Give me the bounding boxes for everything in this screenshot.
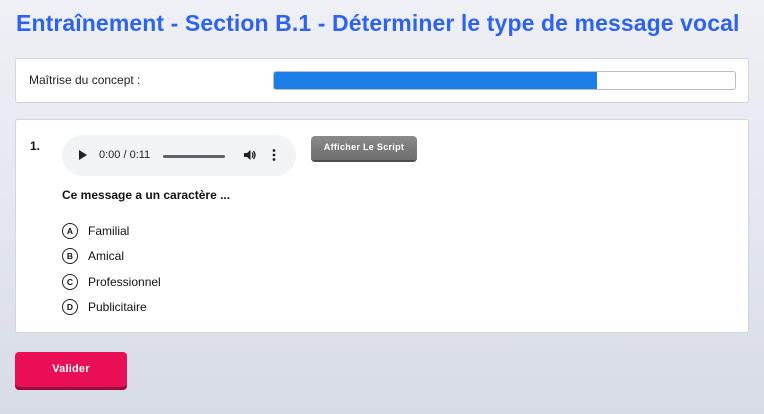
option-label: Familial — [88, 223, 130, 238]
option-label: Publicitaire — [88, 300, 147, 315]
question-prompt: Ce message a un caractère ... — [62, 188, 231, 202]
question-card: 1. 0:00 / 0:11 Afficher Le Script Ce mes… — [15, 119, 749, 333]
audio-time: 0:00 / 0:11 — [99, 149, 151, 161]
option-label: Professionnel — [88, 274, 161, 289]
page-title: Entraînement - Section B.1 - Déterminer … — [16, 10, 740, 36]
play-icon[interactable] — [79, 150, 87, 160]
validate-button[interactable]: Valider — [15, 352, 127, 387]
audio-seek-bar[interactable] — [163, 155, 225, 158]
mastery-progress-fill — [274, 72, 597, 89]
option-letter-badge: B — [62, 248, 78, 265]
audio-player[interactable]: 0:00 / 0:11 — [62, 135, 296, 176]
option-a[interactable]: A Familial — [62, 218, 161, 244]
mastery-progress-bar — [273, 71, 736, 90]
option-letter-badge: D — [62, 299, 78, 316]
more-vert-icon[interactable] — [271, 148, 277, 162]
question-number: 1. — [30, 139, 41, 153]
answer-options: A Familial B Amical C Professionnel D Pu… — [62, 218, 161, 320]
option-d[interactable]: D Publicitaire — [62, 295, 161, 321]
mastery-panel: Maîtrise du concept : — [15, 58, 749, 103]
option-c[interactable]: C Professionnel — [62, 269, 161, 295]
option-b[interactable]: B Amical — [62, 244, 161, 270]
mastery-label: Maîtrise du concept : — [29, 73, 141, 87]
volume-icon[interactable] — [243, 148, 257, 162]
show-script-button[interactable]: Afficher Le Script — [311, 136, 417, 160]
option-label: Amical — [88, 249, 125, 264]
option-letter-badge: A — [62, 222, 78, 239]
option-letter-badge: C — [62, 273, 78, 290]
